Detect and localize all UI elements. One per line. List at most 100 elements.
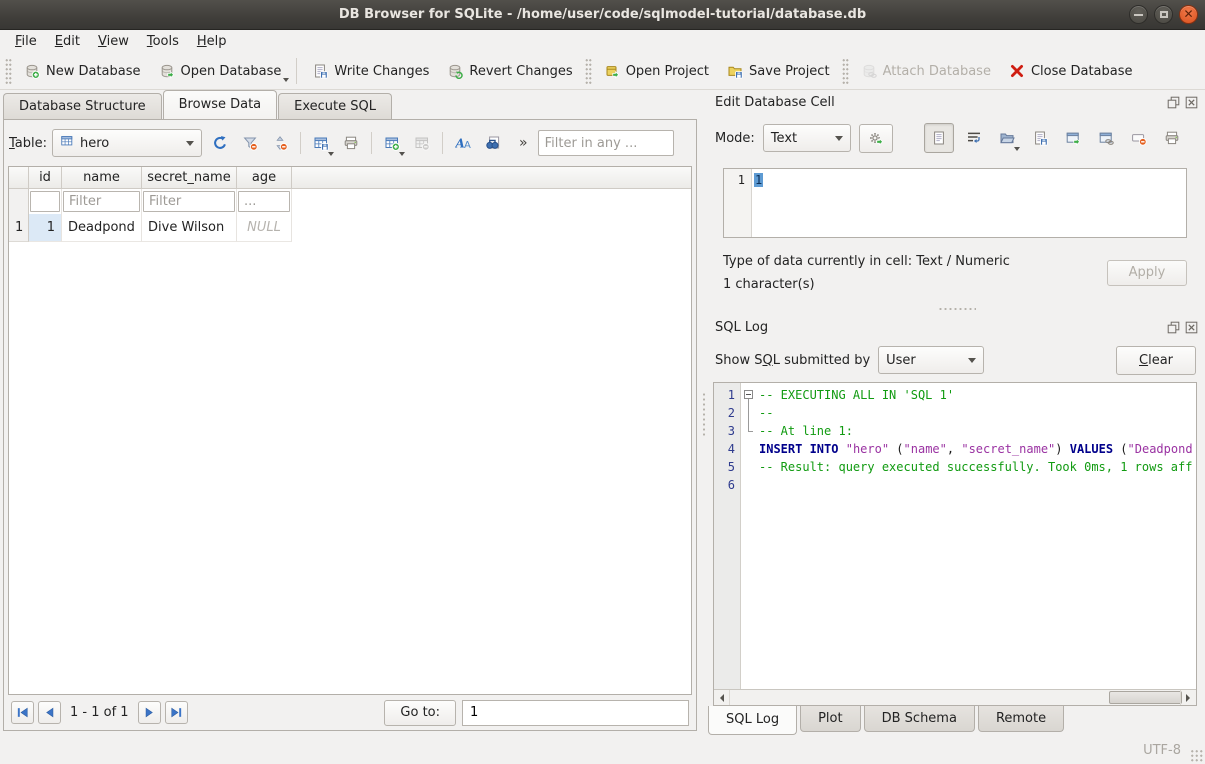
cell-secret_name[interactable]: Dive Wilson (142, 214, 237, 242)
open-external-button[interactable] (1060, 125, 1086, 151)
last-record-button[interactable] (165, 701, 188, 724)
menu-item-edit[interactable]: Edit (46, 32, 89, 51)
log-horizontal-scrollbar[interactable] (714, 689, 1196, 705)
menu-item-view[interactable]: View (89, 32, 138, 51)
show-sql-label: Show SQL submitted by (715, 353, 870, 368)
scrollbar-thumb[interactable] (1109, 691, 1181, 704)
font-settings-button[interactable]: AA (450, 130, 476, 156)
clear-log-button[interactable]: Clear (1116, 346, 1196, 375)
float-dock-icon[interactable] (1167, 321, 1180, 334)
print-button[interactable] (1159, 125, 1185, 151)
close-dock-icon[interactable] (1185, 96, 1198, 109)
dock-tab-plot[interactable]: Plot (800, 706, 861, 732)
import-text-button[interactable] (994, 125, 1020, 151)
menu-item-help[interactable]: Help (188, 32, 236, 51)
tab-execute-sql[interactable]: Execute SQL (278, 93, 392, 119)
toolbar-drag-handle[interactable] (842, 58, 849, 84)
tab-browse-data[interactable]: Browse Data (163, 90, 278, 119)
toolbar-drag-handle[interactable] (585, 58, 592, 84)
new-database-button[interactable]: New Database (15, 56, 150, 86)
clear-filters-button[interactable] (237, 130, 263, 156)
clear-sorting-button[interactable] (267, 130, 293, 156)
dock-splitter[interactable] (707, 302, 1205, 315)
menu-item-tools[interactable]: Tools (138, 32, 188, 51)
copy-link-button[interactable] (1093, 125, 1119, 151)
menu-item-file[interactable]: File (6, 32, 46, 51)
goto-record-input[interactable] (462, 700, 689, 726)
close-window-button[interactable] (1179, 5, 1198, 24)
previous-record-button[interactable] (38, 701, 61, 724)
log-fold-column[interactable] (741, 383, 757, 689)
first-record-button[interactable] (11, 701, 34, 724)
filter-input-name[interactable] (63, 191, 140, 212)
dock-tab-sql-log[interactable]: SQL Log (708, 706, 797, 735)
cell-name[interactable]: Deadpond (62, 214, 142, 242)
scroll-left-arrow[interactable] (714, 690, 730, 705)
panel-splitter[interactable] (700, 90, 707, 738)
record-range-label: 1 - 1 of 1 (70, 705, 129, 720)
resize-grip[interactable] (1190, 749, 1203, 762)
word-wrap-button[interactable] (961, 125, 987, 151)
maximize-button[interactable] (1154, 5, 1173, 24)
insert-record-button[interactable] (379, 130, 405, 156)
editor-content[interactable]: 1 (752, 169, 765, 237)
refresh-button[interactable] (207, 130, 233, 156)
scroll-right-arrow[interactable] (1180, 690, 1196, 705)
sql-log-dock-header: SQL Log (707, 317, 1205, 337)
open-project-button[interactable]: Open Project (595, 56, 718, 86)
revert-changes-button[interactable]: Revert Changes (438, 56, 581, 86)
next-record-button[interactable] (138, 701, 161, 724)
minimize-button[interactable] (1129, 5, 1148, 24)
collapse-icon[interactable] (744, 390, 753, 399)
column-header-secret_name[interactable]: secret_name (142, 167, 237, 188)
close-dock-icon[interactable] (1185, 321, 1198, 334)
fold-marker[interactable] (741, 422, 757, 440)
cell-editor[interactable]: 1 1 (723, 168, 1187, 238)
dropdown-caret-icon[interactable] (328, 152, 334, 156)
column-header-id[interactable]: id (29, 167, 62, 188)
toolbar-button-label: Open Database (181, 64, 282, 79)
mode-selector[interactable]: Text (763, 124, 851, 152)
write-changes-button[interactable]: Write Changes (303, 56, 438, 86)
dock-tab-db-schema[interactable]: DB Schema (864, 706, 975, 732)
text-document-button[interactable] (924, 123, 954, 153)
close-database-button[interactable]: Close Database (1000, 56, 1142, 86)
column-header-name[interactable]: name (62, 167, 142, 188)
grid-corner-cell[interactable] (9, 167, 29, 188)
open-database-button[interactable]: Open Database (150, 56, 291, 86)
tab-database-structure[interactable]: Database Structure (3, 93, 162, 119)
toolbar-overflow-chevron[interactable]: » (519, 135, 528, 151)
filter-input-secret_name[interactable] (143, 191, 235, 212)
cell-id[interactable]: 1 (29, 214, 62, 242)
filter-input-age[interactable] (238, 191, 290, 212)
table-selector[interactable]: hero (52, 129, 202, 157)
column-header-filler (292, 167, 691, 188)
log-code[interactable]: -- EXECUTING ALL IN 'SQL 1'---- At line … (757, 383, 1196, 689)
apply-button[interactable]: Apply (1107, 260, 1187, 286)
filter-any-column-input[interactable] (538, 130, 674, 156)
auto-switch-mode-button[interactable] (859, 124, 893, 153)
column-header-age[interactable]: age (237, 167, 292, 188)
set-null-button[interactable] (1126, 125, 1152, 151)
print-rows-button[interactable] (338, 130, 364, 156)
dock-tab-remote[interactable]: Remote (978, 706, 1064, 732)
float-dock-icon[interactable] (1167, 96, 1180, 109)
delete-record-button (409, 130, 435, 156)
sql-log-title: SQL Log (715, 320, 1167, 335)
row-number[interactable]: 1 (9, 214, 29, 242)
filter-input-id[interactable] (30, 191, 60, 212)
sql-source-selector[interactable]: User (878, 346, 984, 374)
export-text-button[interactable] (1027, 125, 1053, 151)
save-table-button[interactable] (308, 130, 334, 156)
browse-data-panel: Database StructureBrowse DataExecute SQL… (0, 90, 700, 738)
dropdown-caret-icon[interactable] (283, 78, 289, 82)
fold-marker[interactable] (741, 404, 757, 422)
cell-age[interactable]: NULL (237, 214, 292, 242)
dropdown-caret-icon[interactable] (399, 152, 405, 156)
save-project-button[interactable]: Save Project (718, 56, 839, 86)
toolbar-drag-handle[interactable] (5, 58, 12, 84)
fold-marker[interactable] (741, 386, 757, 404)
dropdown-caret-icon[interactable] (1014, 147, 1020, 151)
goto-button[interactable]: Go to: (384, 700, 456, 726)
find-button[interactable] (480, 130, 506, 156)
